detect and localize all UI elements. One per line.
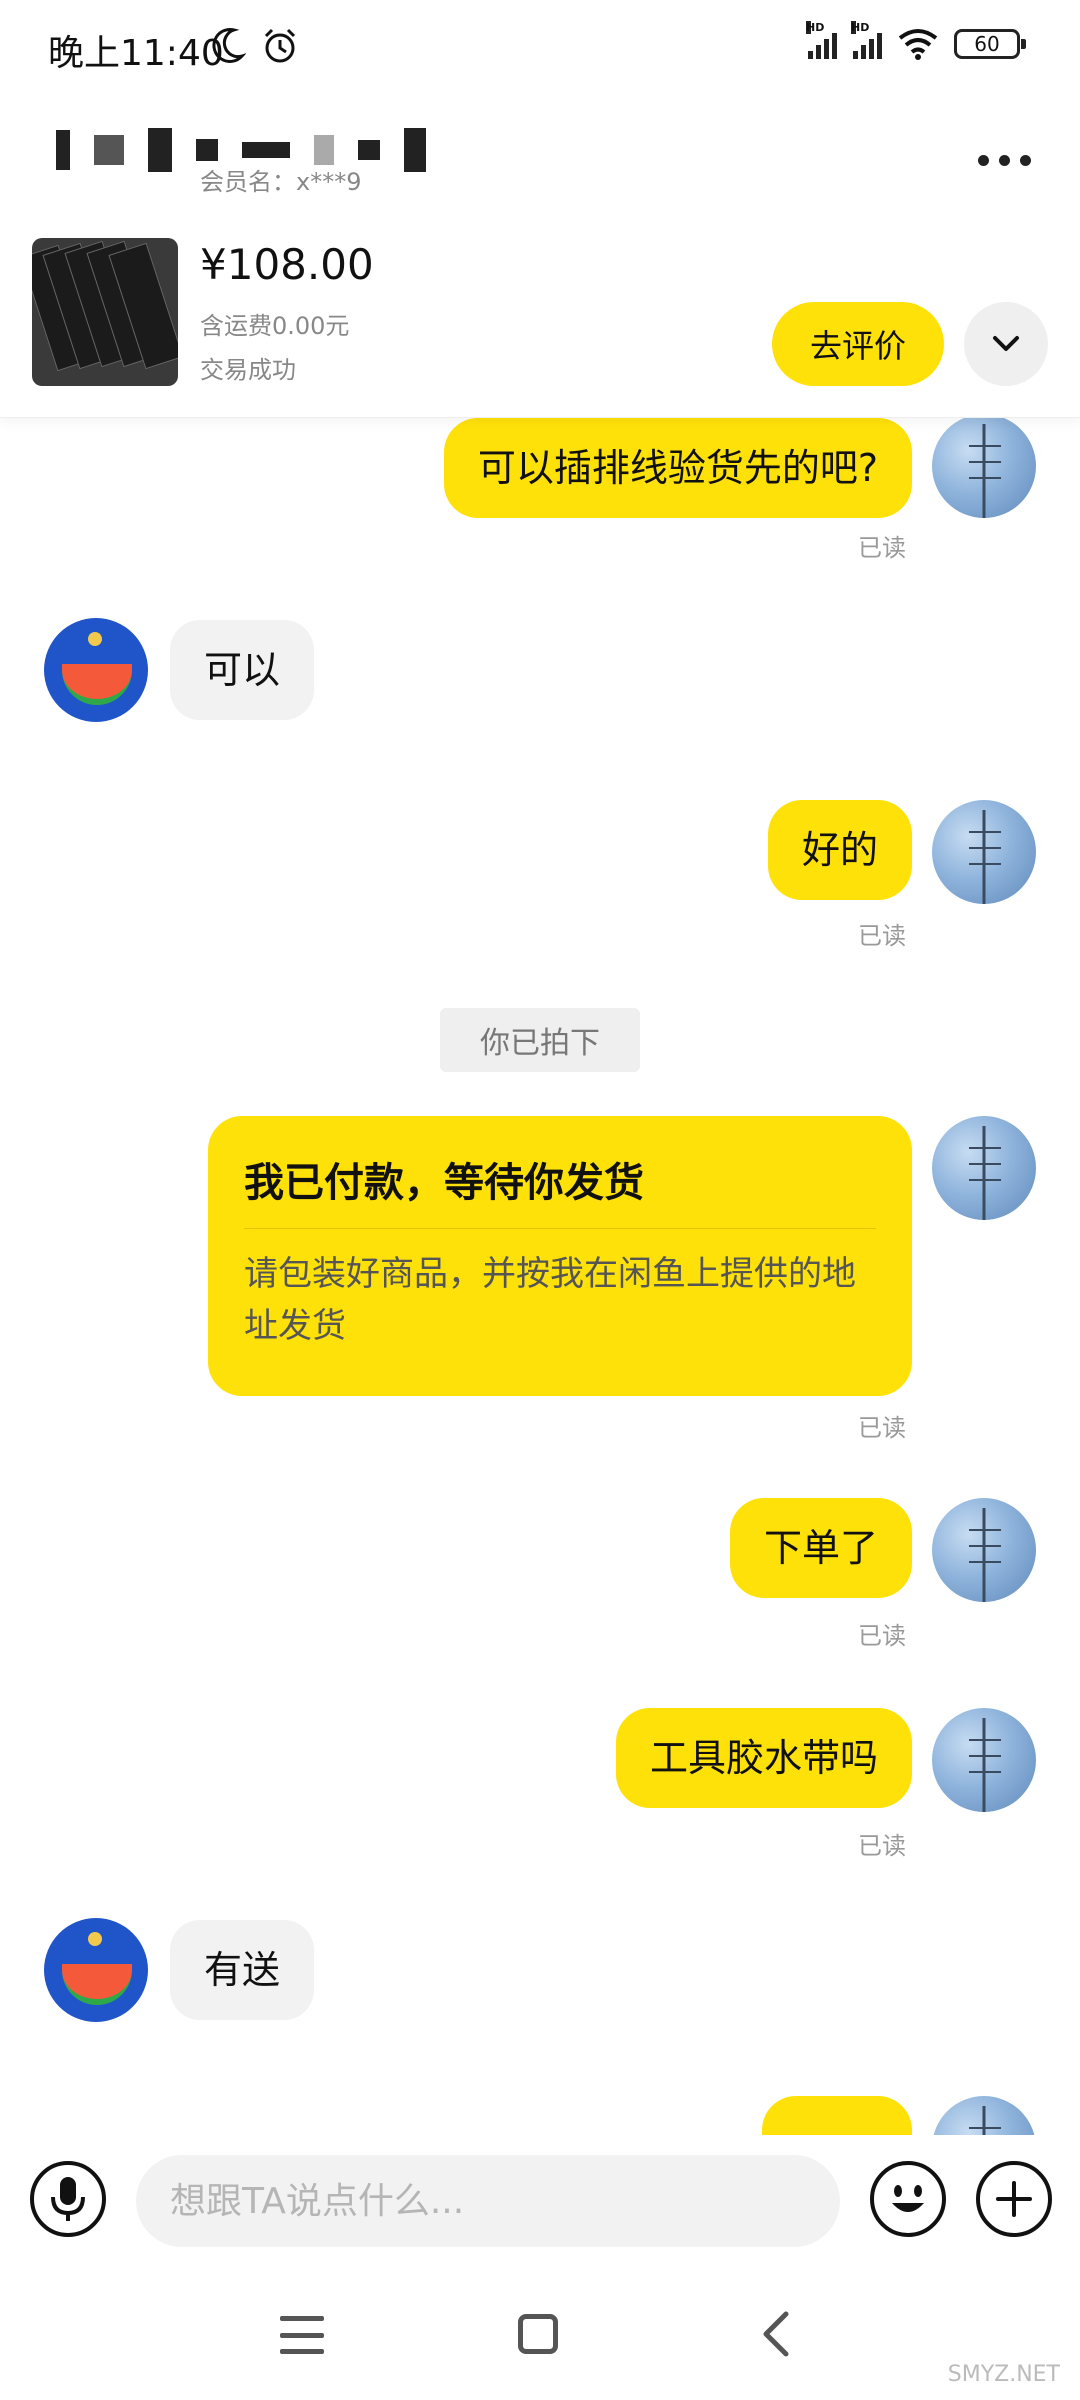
home-button[interactable] — [518, 2314, 558, 2354]
message-input[interactable] — [136, 2155, 840, 2247]
voice-button[interactable] — [30, 2161, 106, 2237]
watermark: SMYZ.NET — [947, 2362, 1060, 2387]
more-options-button[interactable] — [968, 140, 1040, 180]
system-notice: 你已拍下 — [440, 1008, 640, 1072]
my-avatar[interactable] — [932, 1498, 1036, 1602]
recent-apps-button[interactable] — [280, 2316, 324, 2354]
menu-line-icon — [280, 2349, 324, 2354]
dot-icon — [977, 154, 989, 166]
product-thumbnail[interactable] — [32, 238, 178, 386]
microphone-icon — [51, 2177, 85, 2221]
dot-icon — [1019, 154, 1031, 166]
dot-icon — [998, 154, 1010, 166]
input-bar — [0, 2135, 1080, 2270]
seller-avatar[interactable] — [44, 1918, 148, 2022]
my-avatar[interactable] — [932, 1116, 1036, 1220]
my-avatar[interactable] — [932, 418, 1036, 518]
menu-line-icon — [280, 2316, 324, 2321]
plus-icon — [996, 2181, 1032, 2217]
payment-card-description: 请包装好商品，并按我在闲鱼上提供的地址发货 — [244, 1254, 856, 1346]
status-icons-left — [212, 26, 300, 66]
battery-icon: 60 — [954, 29, 1026, 59]
status-time: 晚上11:40 — [48, 33, 224, 74]
menu-line-icon — [280, 2332, 324, 2338]
status-icons-right: HD HD 60 — [806, 21, 1026, 60]
my-avatar[interactable] — [932, 1708, 1036, 1812]
emoji-button[interactable] — [870, 2161, 946, 2237]
message-bubble-outgoing[interactable]: 工具胶水带吗 — [615, 1708, 912, 1808]
shipping-fee: 含运费0.00元 — [200, 312, 350, 340]
member-name: 会员名：x***9 — [200, 168, 362, 196]
read-receipt: 已读 — [858, 922, 906, 950]
message-bubble-incoming[interactable]: 可以 — [170, 620, 315, 720]
message-bubble-outgoing[interactable]: 下单了 — [729, 1498, 912, 1598]
expand-button[interactable] — [964, 302, 1048, 386]
chevron-down-icon — [993, 336, 1019, 351]
moon-icon — [212, 28, 246, 63]
message-bubble-incoming[interactable]: 有送 — [170, 1920, 315, 2020]
seller-avatar[interactable] — [44, 618, 148, 722]
more-actions-button[interactable] — [976, 2161, 1052, 2237]
wifi-icon — [898, 29, 938, 60]
message-list[interactable]: 可以插排线验货先的吧? 已读 可以 好的 已读 你已拍下 我已付款，等待你发货 … — [0, 418, 1080, 2135]
review-button[interactable]: 去评价 — [772, 302, 944, 386]
read-receipt: 已读 — [858, 534, 906, 562]
payment-card-title: 我已付款，等待你发货 — [244, 1160, 644, 1206]
signal-icon: HD — [806, 21, 837, 59]
read-receipt: 已读 — [858, 1414, 906, 1442]
payment-card[interactable]: 我已付款，等待你发货 请包装好商品，并按我在闲鱼上提供的地址发货 — [208, 1116, 912, 1396]
read-receipt: 已读 — [858, 1832, 906, 1860]
deal-status: 交易成功 — [200, 356, 296, 384]
system-navigation-bar: SMYZ.NET — [0, 2270, 1080, 2400]
back-icon[interactable] — [756, 2308, 796, 2360]
status-bar: 晚上11:40 HD HD 60 — [0, 0, 1080, 100]
alarm-icon — [264, 28, 296, 63]
message-bubble-outgoing-partial[interactable] — [762, 2096, 912, 2135]
signal-icon: HD — [851, 21, 882, 59]
message-bubble-outgoing[interactable]: 好的 — [767, 800, 912, 900]
my-avatar[interactable] — [932, 800, 1036, 904]
chat-header: 会员名：x***9 ¥108.00 含运费0.00元 交易成功 去评价 — [0, 100, 1080, 418]
payment-card-divider — [244, 1228, 876, 1229]
message-bubble-outgoing[interactable]: 可以插排线验货先的吧? — [443, 418, 912, 518]
emoji-icon — [892, 2185, 924, 2212]
read-receipt: 已读 — [858, 1622, 906, 1650]
product-price: ¥108.00 — [200, 240, 374, 289]
my-avatar[interactable] — [932, 2096, 1036, 2135]
